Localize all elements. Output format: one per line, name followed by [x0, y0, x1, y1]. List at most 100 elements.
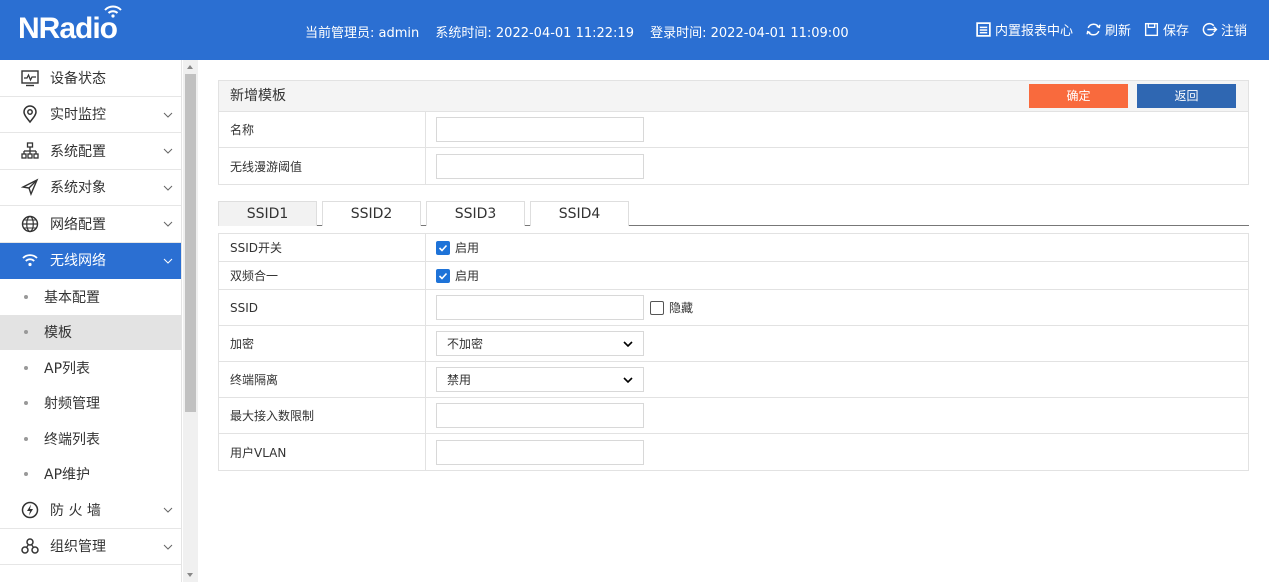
top-header: NRadio 当前管理员: admin 系统时间: 2022-04-01 11:… [0, 0, 1269, 60]
ssid-switch-checkbox[interactable] [436, 240, 450, 255]
chevron-down-icon [163, 507, 173, 513]
sidebar-item-system-config[interactable]: 系统配置 [0, 133, 181, 170]
sidebar-sub-ap-maintenance[interactable]: AP维护 [0, 457, 181, 493]
hierarchy-icon [20, 141, 40, 161]
ssid-input[interactable] [436, 295, 644, 320]
header-actions: 内置报表中心 刷新 保存 注销 [975, 20, 1247, 39]
hide-ssid-checkbox[interactable] [650, 300, 664, 315]
sidebar: 设备状态 实时监控 系统配置 系统对象 网络配置 无线网络 基本配置 模板 AP… [0, 60, 182, 582]
tab-ssid1[interactable]: SSID1 [218, 201, 317, 226]
sidebar-item-organization[interactable]: 组织管理 [0, 529, 181, 565]
chevron-down-icon [623, 376, 633, 383]
sidebar-item-realtime-monitor[interactable]: 实时监控 [0, 97, 181, 133]
organization-icon [20, 536, 40, 556]
ssid-tabs: SSID1 SSID2 SSID3 SSID4 [218, 201, 1249, 226]
form-row-ssid-switch: SSID开关 启用 [219, 234, 1248, 262]
back-button[interactable]: 返回 [1137, 84, 1236, 108]
sidebar-sub-client-list[interactable]: 终端列表 [0, 421, 181, 457]
vlan-label: 用户VLAN [219, 434, 426, 470]
confirm-button[interactable]: 确定 [1029, 84, 1128, 108]
tab-ssid3[interactable]: SSID3 [426, 201, 525, 226]
roam-threshold-input[interactable] [436, 153, 644, 179]
wifi-logo-icon [104, 5, 122, 18]
form-row-vlan: 用户VLAN [219, 434, 1248, 470]
logout-icon [1202, 22, 1218, 37]
chevron-down-icon [163, 112, 173, 118]
chevron-down-icon [163, 148, 173, 154]
tab-ssid2[interactable]: SSID2 [322, 201, 421, 226]
dual-band-label: 双频合一 [219, 262, 426, 289]
login-time: 登录时间: 2022-04-01 11:09:00 [650, 26, 849, 41]
bullet [24, 330, 28, 335]
ssid-switch-value: 启用 [455, 241, 480, 255]
location-pin-icon [20, 104, 40, 124]
form-row-roam: 无线漫游阈值 [219, 148, 1248, 184]
sidebar-sub-template[interactable]: 模板 [0, 314, 181, 350]
isolation-label: 终端隔离 [219, 362, 426, 397]
bullet [24, 472, 28, 477]
report-center-button[interactable]: 内置报表中心 [975, 20, 1073, 39]
firewall-icon [20, 500, 40, 520]
bullet [24, 401, 28, 406]
refresh-button[interactable]: 刷新 [1085, 20, 1131, 39]
sidebar-item-system-objects[interactable]: 系统对象 [0, 170, 181, 206]
name-label: 名称 [219, 112, 426, 147]
encryption-label: 加密 [219, 326, 426, 361]
ssid-switch-label: SSID开关 [219, 234, 426, 261]
wifi-icon [20, 250, 40, 270]
sidebar-sub-ap-list[interactable]: AP列表 [0, 350, 181, 386]
scroll-down-arrow-icon[interactable] [187, 573, 193, 577]
current-admin: 当前管理员: admin [305, 26, 420, 41]
panel-header: 新增模板 确定 返回 [219, 81, 1248, 112]
form-row-dual-band: 双频合一 启用 [219, 262, 1248, 290]
system-time: 系统时间: 2022-04-01 11:22:19 [435, 26, 634, 41]
chevron-down-icon [623, 340, 633, 347]
form-row-ssid: SSID 隐藏 [219, 290, 1248, 326]
bullet [24, 365, 28, 370]
check-icon [438, 272, 448, 280]
dual-band-value: 启用 [455, 269, 480, 283]
sidebar-sub-radio-management[interactable]: 射频管理 [0, 386, 181, 422]
chevron-down-icon [163, 544, 173, 550]
form-row-max-clients: 最大接入数限制 [219, 398, 1248, 434]
check-icon [438, 244, 448, 252]
vlan-input[interactable] [436, 439, 644, 465]
hide-ssid-label: 隐藏 [669, 301, 694, 315]
sidebar-scrollbar[interactable] [183, 60, 198, 582]
ssid-settings-panel: SSID开关 启用 双频合一 启用 SSID 隐藏 加密 不加密 终端隔离 禁用… [218, 233, 1249, 471]
main-content: 新增模板 确定 返回 名称 无线漫游阈值 SSID1 SSID2 SSID3 S… [218, 80, 1249, 471]
refresh-icon [1086, 23, 1101, 36]
isolation-select[interactable]: 禁用 [436, 367, 644, 392]
logout-button[interactable]: 注销 [1201, 20, 1247, 39]
sidebar-sub-basic-config[interactable]: 基本配置 [0, 279, 181, 315]
roam-threshold-label: 无线漫游阈值 [219, 148, 426, 184]
encryption-select[interactable]: 不加密 [436, 331, 644, 356]
form-row-encryption: 加密 不加密 [219, 326, 1248, 362]
save-icon [1144, 22, 1159, 37]
sidebar-item-firewall[interactable]: 防 火 墙 [0, 492, 181, 529]
tab-ssid4[interactable]: SSID4 [530, 201, 629, 226]
scroll-thumb[interactable] [185, 74, 196, 412]
send-icon [20, 177, 40, 197]
chevron-down-icon [163, 221, 173, 227]
ssid-label: SSID [219, 290, 426, 325]
bullet [24, 436, 28, 441]
save-button[interactable]: 保存 [1143, 20, 1189, 39]
dual-band-checkbox[interactable] [436, 268, 450, 283]
monitor-icon [20, 68, 40, 88]
sidebar-item-device-status[interactable]: 设备状态 [0, 60, 181, 97]
globe-icon [20, 214, 40, 234]
panel-title: 新增模板 [230, 88, 286, 104]
sidebar-item-network-config[interactable]: 网络配置 [0, 206, 181, 243]
header-info: 当前管理员: admin 系统时间: 2022-04-01 11:22:19 登… [305, 22, 861, 41]
template-basic-panel: 新增模板 确定 返回 名称 无线漫游阈值 [218, 80, 1249, 185]
scroll-up-arrow-icon[interactable] [187, 65, 193, 69]
name-input[interactable] [436, 117, 644, 142]
form-row-isolation: 终端隔离 禁用 [219, 362, 1248, 398]
sidebar-item-wireless-network[interactable]: 无线网络 [0, 242, 181, 279]
max-clients-input[interactable] [436, 403, 644, 428]
chevron-down-icon [163, 258, 173, 264]
bullet [24, 294, 28, 299]
report-icon [976, 22, 991, 37]
max-clients-label: 最大接入数限制 [219, 398, 426, 433]
